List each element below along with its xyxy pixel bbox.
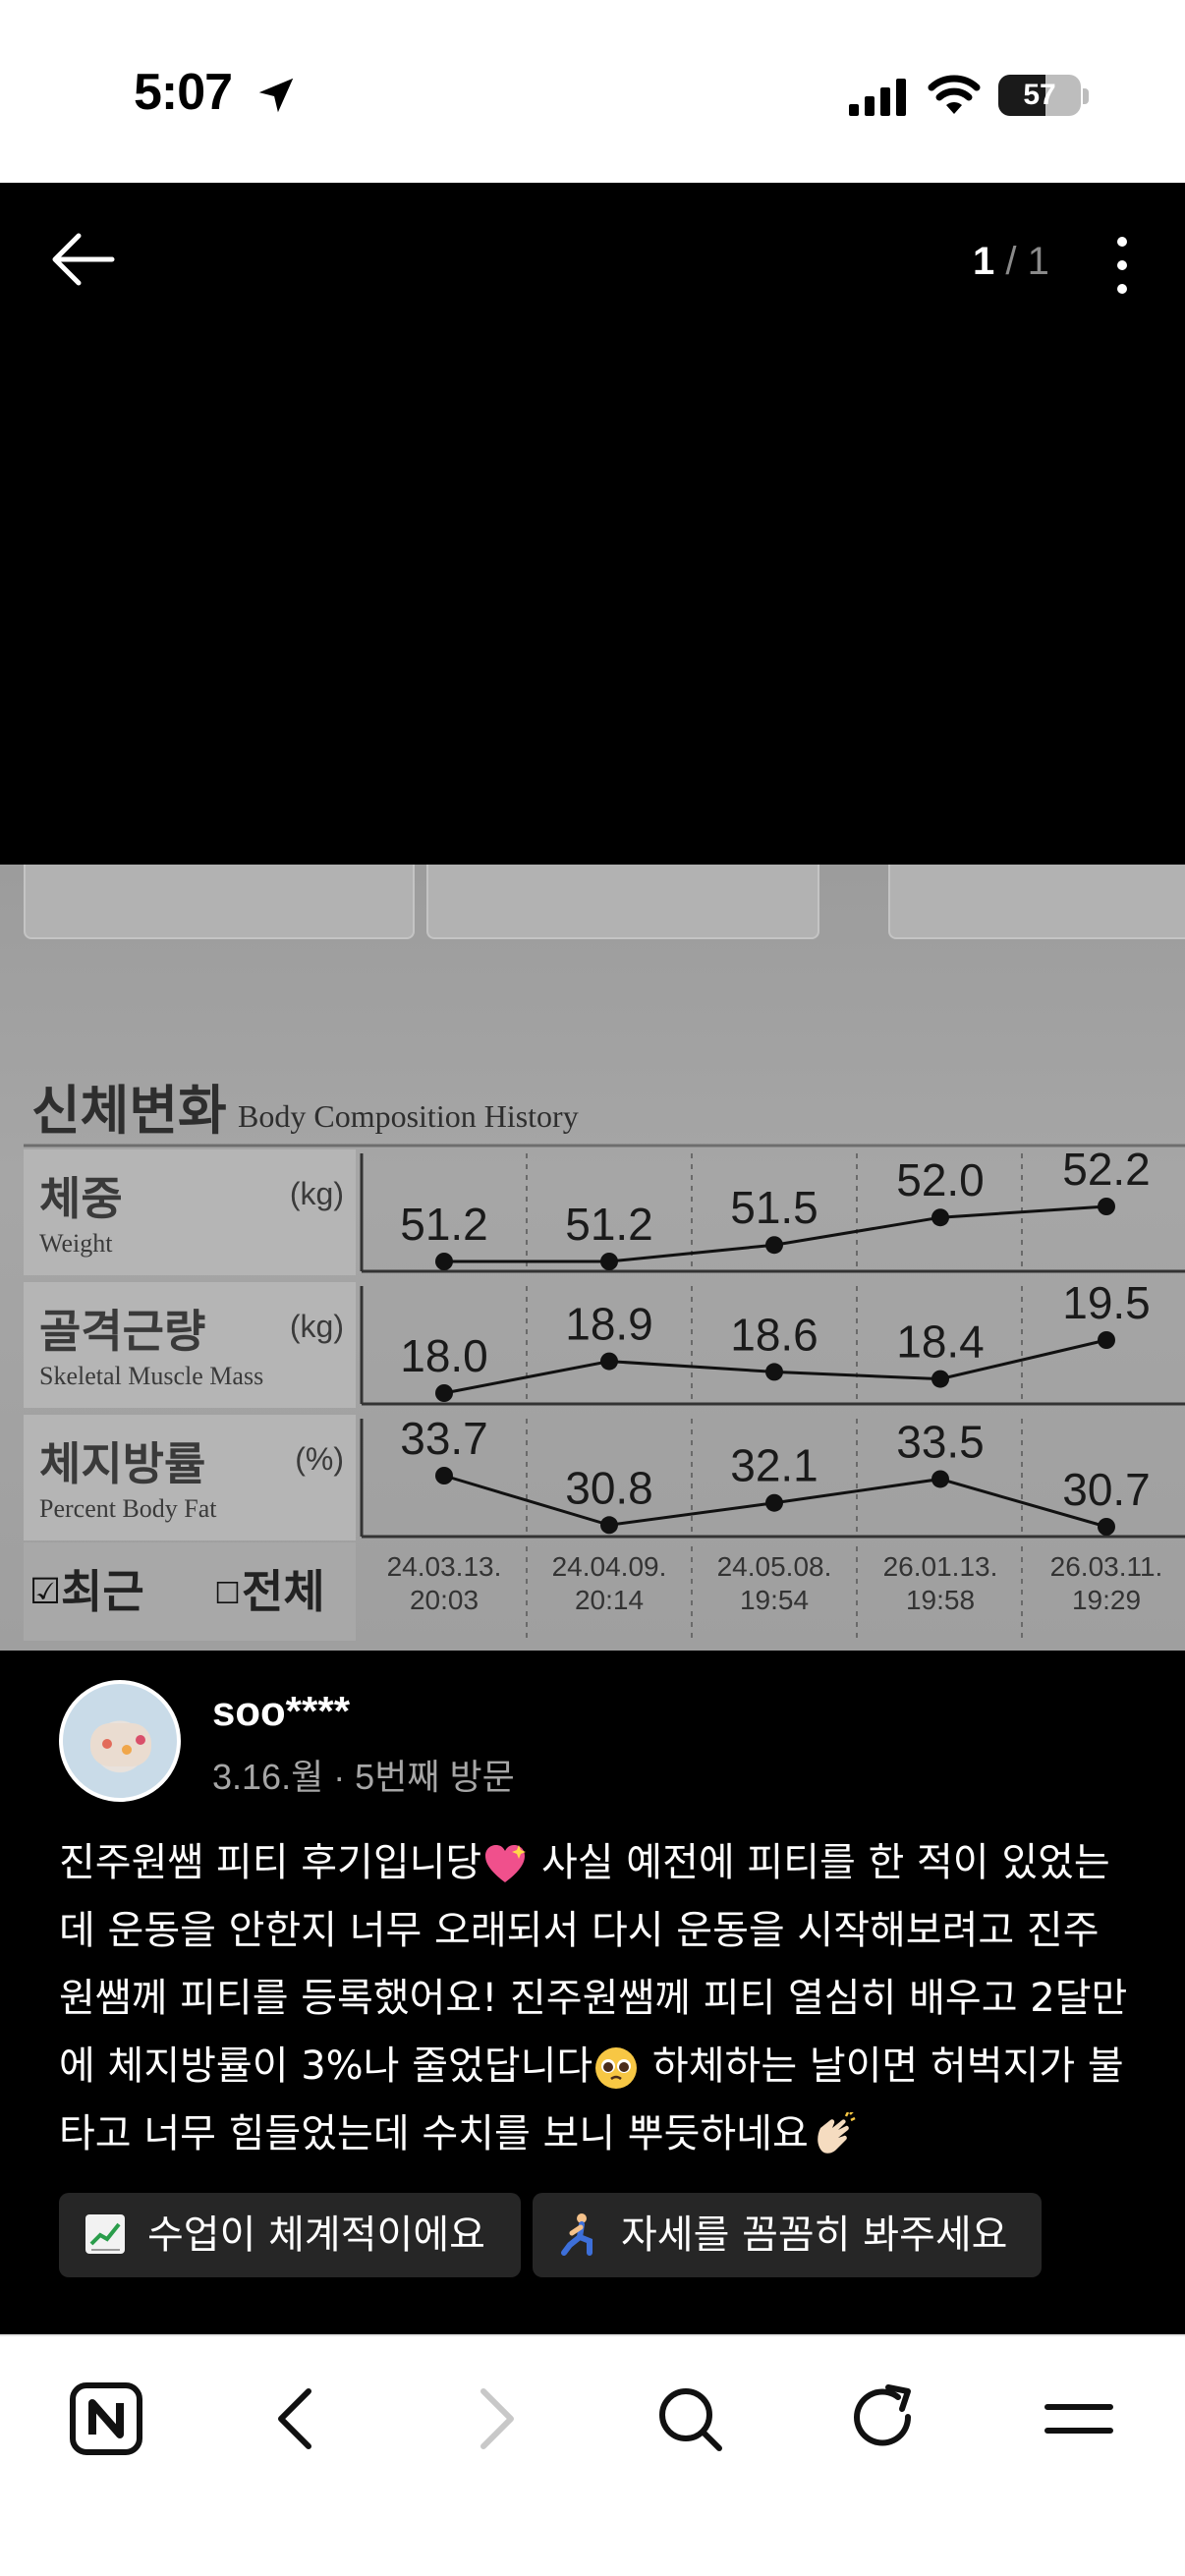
data-point (600, 1516, 618, 1535)
username[interactable]: soo**** (212, 1688, 350, 1735)
avatar[interactable] (59, 1680, 181, 1802)
page-separator: / (994, 240, 1028, 283)
row-unit: (%) (295, 1441, 344, 1477)
data-label: 18.6 (730, 1309, 818, 1360)
time-label: 20:03 (410, 1585, 479, 1615)
battery-percent: 57 (1023, 79, 1056, 111)
time-label: 20:14 (575, 1585, 644, 1615)
date-label: 26.03.11. (1050, 1551, 1163, 1582)
visit-info: 3.16.월 · 5번째 방문 (212, 1757, 515, 1797)
row-name-en: Percent Body Fat (39, 1494, 217, 1523)
tag-label: 수업이 체계적이에요 (147, 2212, 485, 2258)
review-photo[interactable]: 신체변화 Body Composition History 체중 Weight (k… (0, 865, 1185, 1651)
filter-recent-label: 최근 (61, 1565, 144, 1618)
clapping-hands-icon (817, 2112, 856, 2154)
avatar-dot (136, 1735, 145, 1745)
filter-recent-checkbox-icon: ☑ (29, 1572, 61, 1612)
data-label: 32.1 (730, 1440, 818, 1491)
search-icon[interactable] (643, 2372, 737, 2466)
data-label: 52.2 (1062, 1144, 1151, 1195)
cellular-signal-icon (849, 79, 906, 116)
tag-label: 자세를 꼼꼼히 봐주세요 (621, 2212, 1008, 2258)
date-label: 26.01.13. (883, 1551, 998, 1582)
person-kneeling-icon (561, 2213, 592, 2256)
sparkling-heart-icon (485, 1845, 527, 1882)
battery-cap (1083, 88, 1089, 104)
time-label: 19:58 (906, 1585, 975, 1615)
review-text-part-1: 진주원쌤 피티 후기입니당 (59, 1840, 482, 1885)
data-label: 51.2 (565, 1199, 653, 1250)
data-point (1098, 1331, 1115, 1349)
avatar-image (90, 1723, 151, 1766)
data-point (765, 1363, 783, 1381)
body-composition-chart: 체중 Weight (kg) 51.2 51.2 51.5 52.0 52.2 골격근량 Skel… (24, 1144, 1185, 1641)
status-time: 5:07 (134, 64, 233, 121)
date-label: 24.05.08. (717, 1551, 832, 1582)
back-icon[interactable] (252, 2372, 346, 2466)
data-label: 33.5 (896, 1416, 985, 1467)
forward-icon (480, 2388, 514, 2449)
filter-all-checkbox-icon: ☐ (214, 1577, 241, 1611)
chart-increasing-icon (85, 2214, 125, 2254)
data-point (765, 1236, 783, 1255)
review-tag-systematic[interactable]: 수업이 체계적이에요 (59, 2193, 521, 2277)
battery-icon: 57 (998, 75, 1081, 116)
naver-home-icon[interactable] (59, 2372, 153, 2466)
data-label: 18.0 (400, 1330, 488, 1381)
back-arrow-icon[interactable] (47, 228, 118, 291)
page-current: 1 (973, 240, 995, 283)
row-name-ko: 체중 (39, 1172, 123, 1225)
data-point (600, 1253, 618, 1270)
data-label: 33.7 (400, 1413, 488, 1464)
data-point (931, 1470, 949, 1488)
data-label: 18.4 (896, 1316, 985, 1368)
review-post: soo**** 3.16.월 · 5번째 방문 진주원쌤 피티 후기입니당 사실… (0, 1651, 1185, 2334)
row-unit: (kg) (290, 1176, 344, 1211)
filter-all-label: 전체 (242, 1565, 325, 1618)
date-label: 24.03.13. (387, 1551, 502, 1582)
page-counter: 1 / 1 (973, 240, 1049, 284)
row-unit: (kg) (290, 1309, 344, 1344)
review-tag-posture[interactable]: 자세를 꼼꼼히 봐주세요 (533, 2193, 1042, 2277)
review-text: 진주원쌤 피티 후기입니당 사실 예전에 피티를 한 적이 있었는데 운동을 안… (59, 1829, 1130, 2168)
data-point (435, 1253, 453, 1270)
refresh-icon[interactable] (837, 2372, 931, 2466)
wifi-icon (928, 75, 981, 114)
data-point (1098, 1518, 1115, 1536)
data-label: 30.8 (565, 1462, 653, 1513)
status-bar: 5:07 57 (0, 0, 1185, 183)
image-viewer: 1 / 1 (0, 183, 1185, 865)
data-point (1098, 1198, 1115, 1215)
data-point (765, 1493, 783, 1512)
time-label: 19:54 (740, 1585, 809, 1615)
data-label: 51.2 (400, 1199, 488, 1250)
data-label: 30.7 (1062, 1464, 1151, 1515)
avatar-dot (122, 1745, 132, 1755)
row-name-ko: 골격근량 (39, 1305, 205, 1358)
data-label: 18.9 (565, 1299, 653, 1350)
row-name-ko: 체지방률 (39, 1437, 205, 1490)
page-total: 1 (1027, 240, 1049, 283)
avatar-dot (102, 1739, 112, 1749)
pleading-face-icon (595, 2047, 638, 2089)
data-point (931, 1208, 949, 1227)
browser-bottom-nav (0, 2334, 1185, 2576)
data-point (931, 1370, 949, 1388)
data-point (435, 1384, 453, 1402)
data-label: 19.5 (1062, 1277, 1151, 1328)
location-arrow-icon (258, 78, 294, 113)
row-name-en: Skeletal Muscle Mass (39, 1362, 263, 1390)
time-label: 19:29 (1072, 1585, 1141, 1615)
data-label: 52.0 (896, 1154, 985, 1205)
data-point (600, 1352, 618, 1371)
data-label: 51.5 (730, 1182, 818, 1233)
data-point (435, 1467, 453, 1484)
date-label: 24.04.09. (552, 1551, 667, 1582)
more-vertical-icon[interactable] (1104, 234, 1140, 297)
row-name-en: Weight (39, 1229, 113, 1258)
menu-icon[interactable] (1032, 2372, 1126, 2466)
